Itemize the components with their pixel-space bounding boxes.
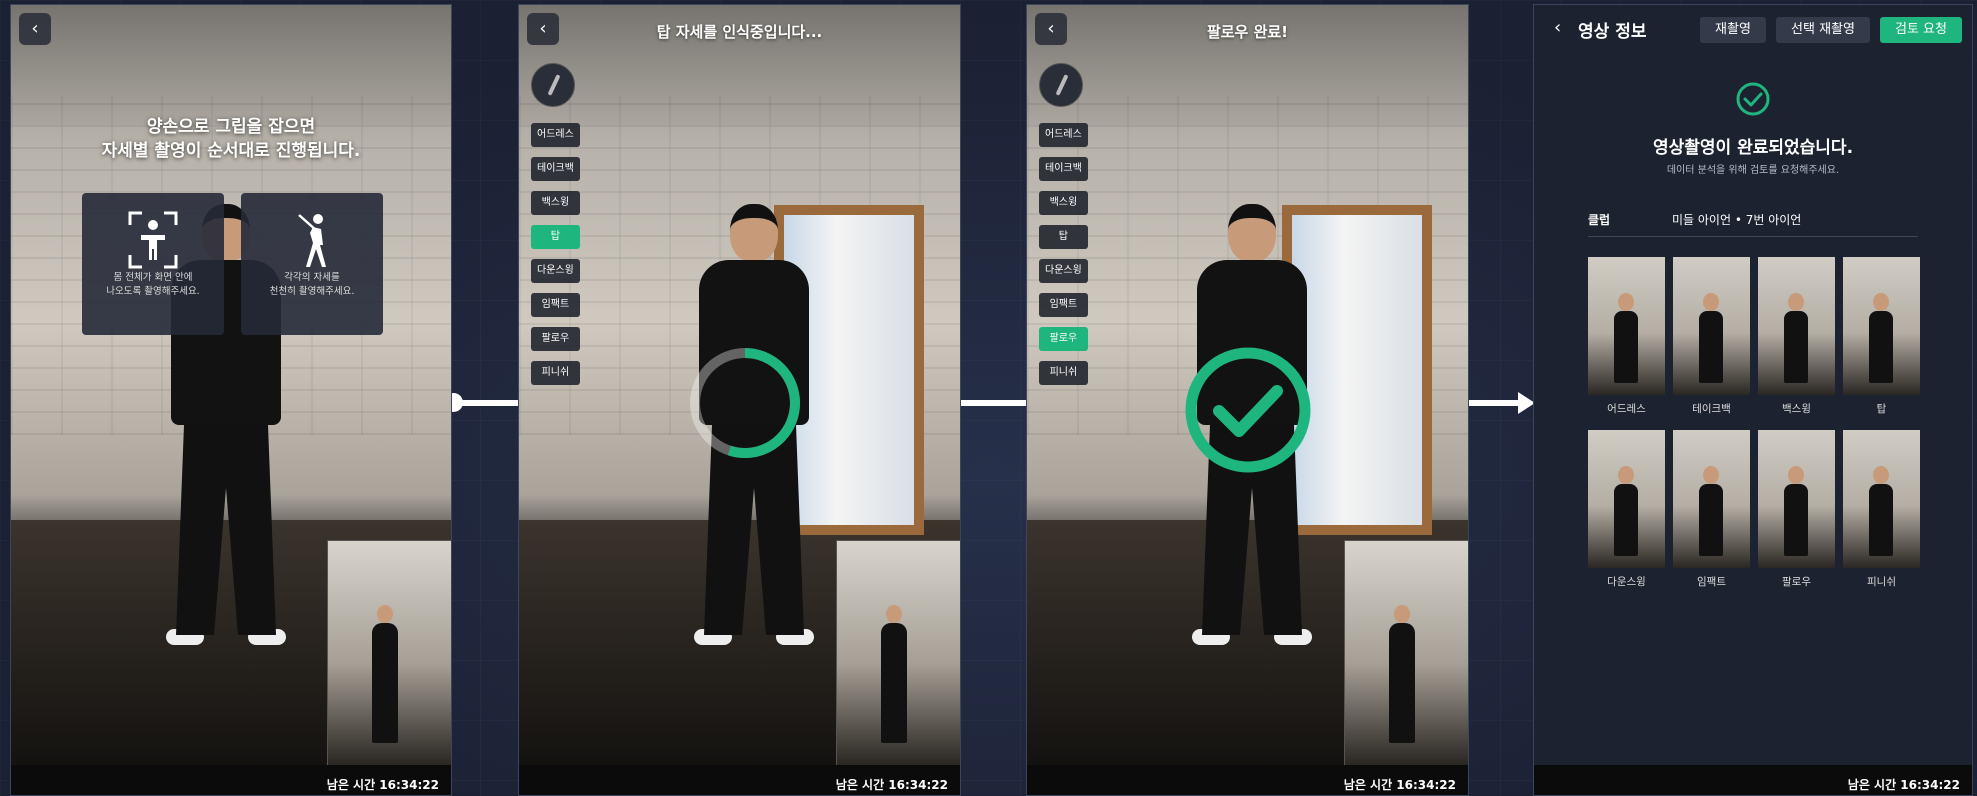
step-finish[interactable]: 피니쉬 bbox=[1039, 361, 1088, 385]
pose-thumb-backswing[interactable]: 백스윙 bbox=[1758, 257, 1835, 416]
check-circle-icon bbox=[1736, 82, 1770, 116]
pose-thumb-downswing[interactable]: 다운스윙 bbox=[1588, 430, 1665, 589]
club-value: 미들 아이언 • 7번 아이언 bbox=[1672, 213, 1802, 227]
pose-step-list: 어드레스 테이크백 백스윙 탑 다운스윙 임팩트 팔로우 피니쉬 bbox=[531, 63, 580, 385]
step-address[interactable]: 어드레스 bbox=[1039, 123, 1088, 147]
step-follow[interactable]: 팔로우 bbox=[1039, 327, 1088, 351]
step-backswing[interactable]: 백스윙 bbox=[1039, 191, 1088, 215]
flow-connector-2 bbox=[961, 400, 1026, 406]
pose-thumb-impact[interactable]: 임팩트 bbox=[1673, 430, 1750, 589]
step-impact[interactable]: 임팩트 bbox=[531, 293, 580, 317]
completion-subtitle: 데이터 분석을 위해 검토를 요청해주세요. bbox=[1666, 165, 1840, 176]
pose-step-list: 어드레스 테이크백 백스윙 탑 다운스윙 임팩트 팔로우 피니쉬 bbox=[1039, 63, 1088, 385]
pose-thumb-top[interactable]: 탑 bbox=[1843, 257, 1920, 416]
step-backswing[interactable]: 백스윙 bbox=[531, 191, 580, 215]
check-circle-icon bbox=[1185, 347, 1311, 473]
remaining-time: 남은 시간 16:34:22 bbox=[11, 765, 451, 795]
tip-card-slow: 각각의 자세를 천천히 촬영해주세요. bbox=[241, 193, 383, 335]
completion-title: 영상촬영이 완료되었습니다. bbox=[1652, 138, 1854, 158]
remaining-time: 남은 시간 16:34:22 bbox=[1027, 765, 1468, 795]
select-reshoot-button[interactable]: 선택 재촬영 bbox=[1776, 17, 1870, 43]
pose-thumb-follow[interactable]: 팔로우 bbox=[1758, 430, 1835, 589]
step-downswing[interactable]: 다운스윙 bbox=[531, 259, 580, 283]
chevron-left-icon[interactable]: ‹ bbox=[1554, 17, 1561, 38]
step-takeback[interactable]: 테이크백 bbox=[1039, 157, 1088, 181]
chevron-left-icon: ‹ bbox=[31, 18, 39, 39]
review-request-button[interactable]: 검토 요청 bbox=[1880, 17, 1962, 43]
status-message: 팔로우 완료! bbox=[1206, 23, 1289, 41]
pose-thumb-finish[interactable]: 피니쉬 bbox=[1843, 430, 1920, 589]
club-icon[interactable] bbox=[531, 63, 575, 107]
reference-thumbnail bbox=[1344, 540, 1468, 765]
step-finish[interactable]: 피니쉬 bbox=[531, 361, 580, 385]
step-top[interactable]: 탑 bbox=[531, 225, 580, 249]
header: ‹ 영상 정보 재촬영 선택 재촬영 검토 요청 bbox=[1534, 5, 1972, 53]
status-message: 탑 자세를 인식중입니다... bbox=[656, 23, 823, 41]
step-downswing[interactable]: 다운스윙 bbox=[1039, 259, 1088, 283]
club-label: 클럽 bbox=[1588, 213, 1611, 227]
remaining-time: 남은 시간 16:34:22 bbox=[1534, 765, 1972, 795]
reshoot-button[interactable]: 재촬영 bbox=[1700, 17, 1766, 43]
step-follow[interactable]: 팔로우 bbox=[531, 327, 580, 351]
screen-guide: ‹ 양손으로 그립을 잡으면 자세별 촬영이 순서대로 진행됩니다. 몸 전체가… bbox=[10, 4, 452, 796]
screen-video-info: ‹ 영상 정보 재촬영 선택 재촬영 검토 요청 영상촬영이 완료되었습니다. … bbox=[1533, 4, 1973, 796]
guide-text: 양손으로 그립을 잡으면 자세별 촬영이 순서대로 진행됩니다. bbox=[101, 117, 361, 161]
reference-thumbnail bbox=[327, 540, 451, 765]
club-info: 클럽 미들 아이언 • 7번 아이언 bbox=[1588, 205, 1918, 237]
body-frame-icon bbox=[128, 211, 178, 269]
flow-connector-3 bbox=[1469, 400, 1519, 406]
pose-thumb-address[interactable]: 어드레스 bbox=[1588, 257, 1665, 416]
pose-thumbnail-grid: 어드레스 테이크백 백스윙 탑 다운스윙 임팩트 팔로우 피니쉬 bbox=[1588, 257, 1920, 589]
progress-ring bbox=[690, 348, 800, 458]
back-button[interactable]: ‹ bbox=[19, 13, 51, 45]
step-impact[interactable]: 임팩트 bbox=[1039, 293, 1088, 317]
page-title: 영상 정보 bbox=[1578, 22, 1647, 42]
pose-thumb-takeback[interactable]: 테이크백 bbox=[1673, 257, 1750, 416]
reference-thumbnail bbox=[836, 540, 960, 765]
screen-complete: ‹ 팔로우 완료! 어드레스 테이크백 백스윙 탑 다운스윙 임팩트 팔로우 피… bbox=[1026, 4, 1469, 796]
golf-swing-icon bbox=[298, 214, 326, 267]
remaining-time: 남은 시간 16:34:22 bbox=[519, 765, 960, 795]
tip-card-fullbody: 몸 전체가 화면 안에 나오도록 촬영해주세요. bbox=[82, 193, 224, 335]
club-icon[interactable] bbox=[1039, 63, 1083, 107]
step-takeback[interactable]: 테이크백 bbox=[531, 157, 580, 181]
step-address[interactable]: 어드레스 bbox=[531, 123, 580, 147]
step-top[interactable]: 탑 bbox=[1039, 225, 1088, 249]
screen-recognizing: ‹ 탑 자세를 인식중입니다... 어드레스 테이크백 백스윙 탑 다운스윙 임… bbox=[518, 4, 961, 796]
